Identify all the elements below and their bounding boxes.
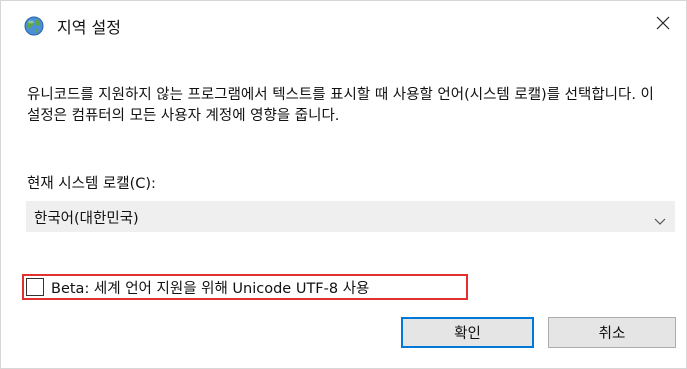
window-title: 지역 설정 [57,18,121,37]
globe-icon [23,15,45,37]
title-bar: 지역 설정 [1,1,686,47]
locale-selected-value: 한국어(대한민국) [34,211,139,227]
cancel-button[interactable]: 취소 [548,317,676,348]
close-icon [656,15,670,34]
description-text: 유니코드를 지원하지 않는 프로그램에서 텍스트를 표시할 때 사용할 언어(시… [27,87,654,124]
beta-utf8-checkbox[interactable] [26,278,44,296]
ok-button[interactable]: 확인 [401,317,534,348]
region-settings-dialog: 지역 설정 유니코드를 지원하지 않는 프로그램에서 텍스트를 표시할 때 사용… [0,0,687,369]
system-locale-select[interactable]: 한국어(대한민국) [26,201,675,232]
locale-label: 현재 시스템 로캘(C): [27,176,156,192]
chevron-down-icon [654,212,666,225]
close-button[interactable] [640,1,686,47]
beta-utf8-label[interactable]: Beta: 세계 언어 지원을 위해 Unicode UTF-8 사용 [51,277,369,298]
